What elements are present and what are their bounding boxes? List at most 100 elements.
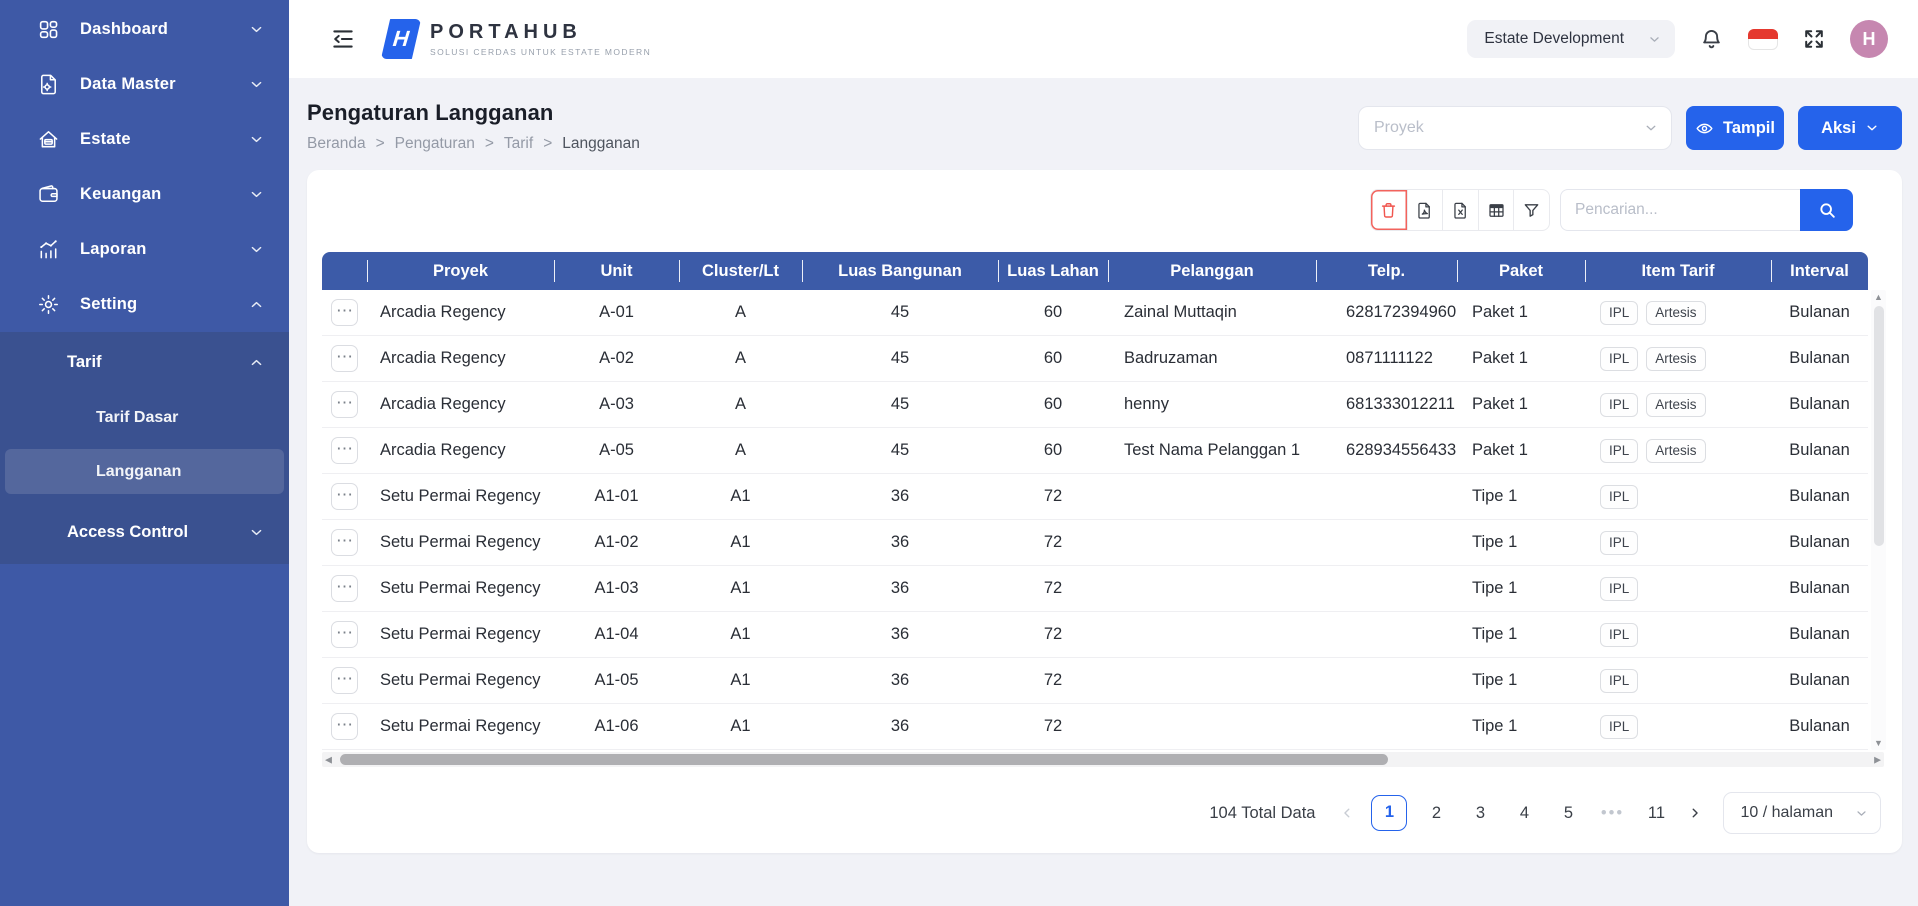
chevron-up-icon <box>249 355 264 370</box>
pagination-page-11[interactable]: 11 <box>1641 804 1671 823</box>
cell-item-tarif: IPL <box>1585 704 1771 750</box>
cell-luas_bangunan: 45 <box>802 336 998 382</box>
breadcrumb-item[interactable]: Beranda <box>307 135 366 153</box>
cell-proyek: Setu Permai Regency <box>367 704 554 750</box>
page-size-select[interactable]: 10 / halaman <box>1723 792 1881 834</box>
tampil-button[interactable]: Tampil <box>1686 106 1784 150</box>
pagination: 104 Total Data 12345•••11 10 / halaman <box>1209 792 1881 834</box>
chevron-down-icon <box>249 242 264 257</box>
cell-pelanggan <box>1108 474 1316 520</box>
row-actions-button[interactable]: ⋯ <box>331 713 358 740</box>
sidebar-item-access-control[interactable]: Access Control <box>0 502 289 562</box>
sidebar-subitem-tarif-dasar[interactable]: Tarif Dasar <box>0 392 289 444</box>
scroll-down-icon[interactable]: ▼ <box>1871 738 1886 748</box>
workspace-selector[interactable]: Estate Development <box>1467 20 1675 58</box>
pagination-page-1[interactable]: 1 <box>1371 795 1407 831</box>
cell-luas_lahan: 60 <box>998 290 1108 336</box>
trash-button[interactable] <box>1371 190 1407 230</box>
page-actions: Proyek Tampil Aksi <box>1358 106 1902 150</box>
row-actions-button[interactable]: ⋯ <box>331 345 358 372</box>
sidebar-item-estate[interactable]: Estate <box>0 112 289 167</box>
row-actions-button[interactable]: ⋯ <box>331 529 358 556</box>
row-actions-button[interactable]: ⋯ <box>331 621 358 648</box>
cell-pelanggan: Test Nama Pelanggan 1 <box>1108 428 1316 474</box>
sidebar-item-setting[interactable]: Setting <box>0 277 289 332</box>
horizontal-scrollbar-thumb[interactable] <box>340 754 1388 765</box>
vertical-scrollbar-thumb[interactable] <box>1874 306 1884 546</box>
scroll-up-icon[interactable]: ▲ <box>1871 292 1886 302</box>
cell-interval: Bulanan <box>1771 612 1868 658</box>
tarif-badge: Artesis <box>1646 301 1705 325</box>
breadcrumb-separator: > <box>543 135 552 153</box>
cell-luas_bangunan: 45 <box>802 290 998 336</box>
cell-paket: Tipe 1 <box>1457 474 1585 520</box>
sidebar-item-dashboard[interactable]: Dashboard <box>0 2 289 57</box>
row-actions-button[interactable]: ⋯ <box>331 437 358 464</box>
search-input[interactable] <box>1560 189 1800 231</box>
cell-luas_lahan: 72 <box>998 704 1108 750</box>
vertical-scrollbar[interactable]: ▲ ▼ <box>1871 290 1886 750</box>
filter-button[interactable] <box>1513 190 1549 230</box>
cell-cluster: A1 <box>679 566 802 612</box>
table-button[interactable] <box>1478 190 1514 230</box>
row-actions-button[interactable]: ⋯ <box>331 299 358 326</box>
chevron-down-icon <box>1648 33 1661 46</box>
cell-unit: A-02 <box>554 336 679 382</box>
search-button[interactable] <box>1800 189 1853 231</box>
chevron-down-icon <box>249 132 264 147</box>
cell-cluster: A <box>679 428 802 474</box>
file-pdf-button[interactable] <box>1407 190 1443 230</box>
cell-telp <box>1316 474 1457 520</box>
indonesia-flag-icon[interactable] <box>1748 29 1778 50</box>
pagination-page-3[interactable]: 3 <box>1465 804 1495 823</box>
cell-proyek: Arcadia Regency <box>367 382 554 428</box>
notification-bell-icon[interactable] <box>1699 27 1724 52</box>
aksi-button[interactable]: Aksi <box>1798 106 1902 150</box>
chevron-down-icon <box>1855 807 1868 820</box>
sidebar-item-tarif[interactable]: Tarif <box>0 332 289 392</box>
sidebar-subitem-langganan[interactable]: Langganan <box>5 449 284 494</box>
tarif-badge: IPL <box>1600 393 1638 417</box>
cell-actions: ⋯ <box>322 566 367 612</box>
sidebar-item-data-master[interactable]: Data Master <box>0 57 289 112</box>
col-pelanggan: Pelanggan <box>1108 252 1316 290</box>
row-actions-button[interactable]: ⋯ <box>331 667 358 694</box>
cell-luas_bangunan: 36 <box>802 566 998 612</box>
breadcrumb-item: Langganan <box>562 135 640 153</box>
page-title: Pengaturan Langganan <box>307 100 640 126</box>
pagination-page-5[interactable]: 5 <box>1553 804 1583 823</box>
tarif-badge: IPL <box>1600 623 1638 647</box>
pagination-prev-icon[interactable] <box>1337 806 1357 820</box>
scroll-left-icon[interactable]: ◀ <box>325 754 332 765</box>
cell-pelanggan <box>1108 612 1316 658</box>
cell-telp: 0871111122 <box>1316 336 1457 382</box>
pagination-page-2[interactable]: 2 <box>1421 804 1451 823</box>
sidebar-item-laporan[interactable]: Laporan <box>0 222 289 277</box>
row-actions-button[interactable]: ⋯ <box>331 391 358 418</box>
file-pdf-icon <box>1415 201 1434 220</box>
fullscreen-icon[interactable] <box>1802 27 1826 51</box>
table-header-row: ProyekUnitCluster/LtLuas BangunanLuas La… <box>322 252 1868 290</box>
pagination-page-4[interactable]: 4 <box>1509 804 1539 823</box>
row-actions-button[interactable]: ⋯ <box>331 575 358 602</box>
file-excel-button[interactable] <box>1442 190 1478 230</box>
cell-luas_bangunan: 36 <box>802 474 998 520</box>
avatar[interactable]: H <box>1850 20 1888 58</box>
pagination-next-icon[interactable] <box>1685 806 1705 820</box>
cell-item-tarif: IPL <box>1585 474 1771 520</box>
row-actions-button[interactable]: ⋯ <box>331 483 358 510</box>
cell-actions: ⋯ <box>322 520 367 566</box>
collapse-sidebar-icon[interactable] <box>330 26 356 52</box>
sidebar-item-label: Data Master <box>80 75 229 94</box>
cell-interval: Bulanan <box>1771 566 1868 612</box>
col-luas-bangunan: Luas Bangunan <box>802 252 998 290</box>
scroll-right-icon[interactable]: ▶ <box>1874 754 1881 765</box>
breadcrumb-item[interactable]: Tarif <box>504 135 533 153</box>
proyek-select[interactable]: Proyek <box>1358 106 1672 150</box>
sidebar-item-keuangan[interactable]: Keuangan <box>0 167 289 222</box>
setting-icon <box>37 293 60 316</box>
cell-proyek: Setu Permai Regency <box>367 566 554 612</box>
breadcrumb-item[interactable]: Pengaturan <box>395 135 475 153</box>
col-proyek: Proyek <box>367 252 554 290</box>
horizontal-scrollbar[interactable]: ◀ ▶ <box>322 752 1884 767</box>
